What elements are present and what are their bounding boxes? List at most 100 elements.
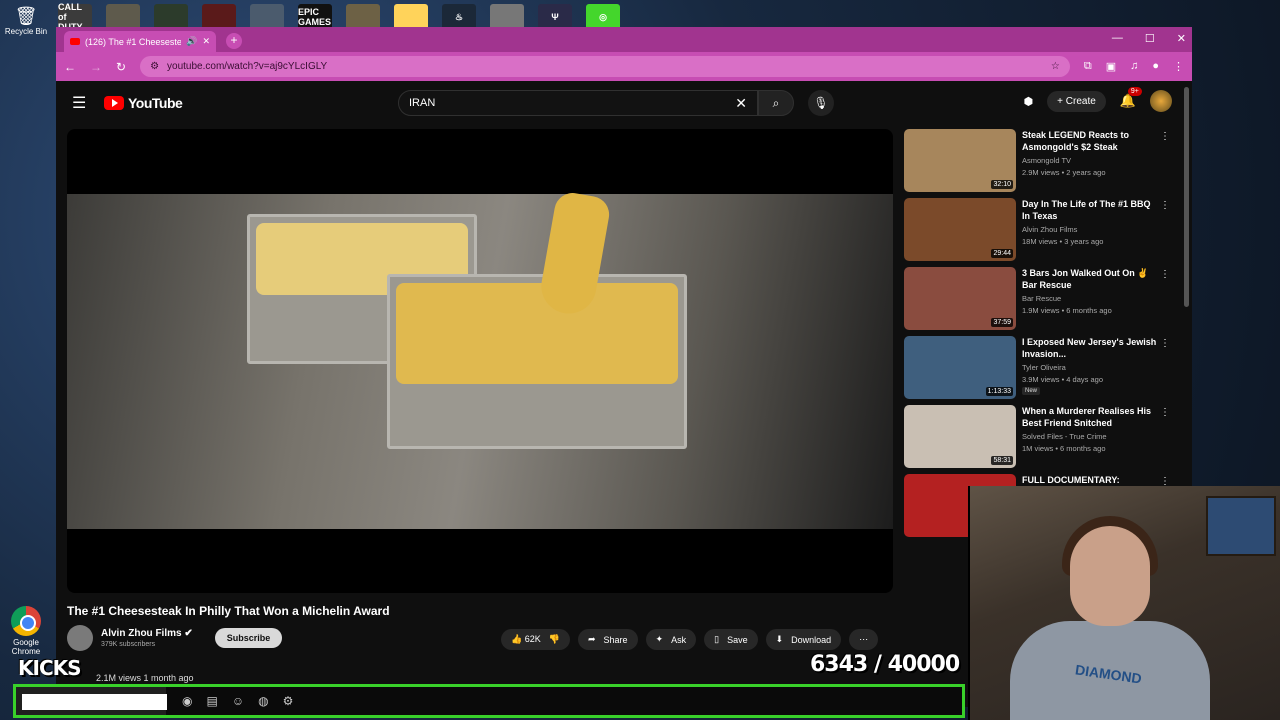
app-icon[interactable]: ⚙: [283, 694, 294, 708]
video-duration: 32:10: [991, 180, 1013, 189]
account-avatar[interactable]: [1150, 90, 1172, 112]
search-button[interactable]: ⌕: [758, 90, 794, 116]
verified-icon: ✔: [184, 628, 193, 639]
kicks-label: KICKS: [18, 656, 82, 680]
site-info-icon[interactable]: ⚙: [150, 61, 159, 72]
close-tab-icon[interactable]: ✕: [202, 36, 210, 47]
recommendation-item[interactable]: 58:31 When a Murderer Realises His Best …: [904, 405, 1172, 474]
download-button[interactable]: ⬇ Download: [765, 629, 842, 650]
notifications-button[interactable]: 🔔 9+: [1120, 87, 1142, 109]
recycle-bin-label: Recycle Bin: [4, 27, 48, 36]
recommendation-meta: 3.9M views • 4 days ago: [1022, 375, 1103, 384]
more-options-icon[interactable]: ⋮: [1160, 407, 1170, 418]
channel-name[interactable]: Alvin Zhou Films ✔: [101, 628, 193, 639]
recommendation-channel[interactable]: Alvin Zhou Films: [1022, 225, 1172, 234]
new-tab-button[interactable]: +: [226, 33, 242, 49]
ask-button[interactable]: ✦ Ask: [645, 629, 697, 650]
dislike-button[interactable]: 👎: [549, 634, 560, 645]
save-button[interactable]: ▯ Save: [704, 629, 758, 650]
forward-icon[interactable]: →: [90, 60, 102, 74]
recommendation-channel[interactable]: Asmongold TV: [1022, 156, 1172, 165]
recommendation-info: When a Murderer Realises His Best Friend…: [1022, 405, 1172, 474]
video-duration: 58:31: [991, 456, 1013, 465]
recommendation-channel[interactable]: Tyler Oliveira: [1022, 363, 1172, 372]
youtube-play-icon: [104, 96, 124, 110]
browser-tab[interactable]: (126) The #1 Cheesesteak In 🔊 ✕: [64, 31, 216, 52]
app-icon[interactable]: ▤: [206, 694, 217, 708]
back-icon[interactable]: ←: [64, 60, 76, 74]
menu-icon[interactable]: ⋮: [1173, 60, 1184, 73]
recommendation-meta: 1.9M views • 6 months ago: [1022, 306, 1112, 315]
toolbar-icons: ⧉ ▣ ♫ ● ⋮: [1084, 60, 1184, 73]
more-options-icon[interactable]: ⋮: [1160, 200, 1170, 211]
recommendation-title[interactable]: Day In The Life of The #1 BBQ In Texas: [1022, 198, 1172, 222]
recommendation-thumbnail[interactable]: 37:59: [904, 267, 1016, 330]
extensions-icon[interactable]: ⧉: [1084, 60, 1092, 73]
search-query: IRAN: [409, 97, 436, 109]
maximize-icon[interactable]: ☐: [1145, 32, 1155, 45]
recommendation-title[interactable]: FULL DOCUMENTARY:: [1022, 474, 1172, 486]
app-icon[interactable]: ◉: [182, 694, 192, 708]
search-icon: ⌕: [772, 96, 780, 110]
recycle-bin-icon: 🗑: [14, 6, 38, 26]
cast-icon[interactable]: ⬢: [1024, 95, 1034, 108]
recommendation-info: I Exposed New Jersey's Jewish Invasion..…: [1022, 336, 1172, 405]
close-window-icon[interactable]: ✕: [1177, 32, 1186, 45]
youtube-logo[interactable]: YouTube: [104, 95, 183, 111]
reload-icon[interactable]: ↻: [116, 60, 126, 74]
address-bar[interactable]: ⚙ youtube.com/watch?v=aj9cYLcIGLY ☆: [140, 56, 1070, 77]
discord-icon[interactable]: ☺: [232, 694, 244, 708]
hamburger-menu-icon[interactable]: ☰: [72, 93, 102, 113]
recommendation-title[interactable]: Steak LEGEND Reacts to Asmongold's $2 St…: [1022, 129, 1172, 153]
clear-search-icon[interactable]: ✕: [735, 95, 747, 112]
recommendation-channel[interactable]: Bar Rescue: [1022, 294, 1172, 303]
recommendations-list: 32:10 Steak LEGEND Reacts to Asmongold's…: [904, 129, 1172, 543]
download-icon: ⬇: [775, 634, 784, 644]
webcam-overlay: DIAMOND: [968, 486, 1280, 720]
tab-strip: (126) The #1 Cheesesteak In 🔊 ✕ + — ☐ ✕: [56, 27, 1192, 52]
subscribe-button[interactable]: Subscribe: [214, 628, 283, 648]
more-options-icon[interactable]: ⋮: [1160, 131, 1170, 142]
voice-search-button[interactable]: 🎙: [808, 90, 834, 116]
new-badge: New: [1022, 387, 1041, 395]
recommendation-thumbnail[interactable]: 32:10: [904, 129, 1016, 192]
recommendation-thumbnail[interactable]: 58:31: [904, 405, 1016, 468]
recommendation-thumbnail[interactable]: 1:13:33: [904, 336, 1016, 399]
speaker-icon[interactable]: 🔊: [186, 36, 197, 47]
recommendation-item[interactable]: 32:10 Steak LEGEND Reacts to Asmongold's…: [904, 129, 1172, 198]
more-options-icon[interactable]: ⋮: [1160, 338, 1170, 349]
profile-icon[interactable]: ●: [1152, 60, 1159, 73]
create-button[interactable]: + Create: [1047, 90, 1106, 112]
recommendation-title[interactable]: When a Murderer Realises His Best Friend…: [1022, 405, 1172, 429]
sidepanel-icon[interactable]: ▣: [1106, 60, 1116, 73]
share-button[interactable]: ➦ Share: [577, 629, 638, 650]
chrome-shortcut[interactable]: Google Chrome: [6, 606, 46, 656]
recommendation-thumbnail[interactable]: 29:44: [904, 198, 1016, 261]
kicks-counter: 6343 / 40000: [810, 652, 960, 677]
recommendation-item[interactable]: 37:59 3 Bars Jon Walked Out On ✌ Bar Res…: [904, 267, 1172, 336]
chrome-taskbar-icon[interactable]: ◍: [258, 694, 268, 708]
subscriber-count: 379K subscribers: [101, 641, 156, 648]
recommendation-channel[interactable]: Solved Files - True Crime: [1022, 432, 1172, 441]
recommendation-title[interactable]: I Exposed New Jersey's Jewish Invasion..…: [1022, 336, 1172, 360]
more-icon: ⋯: [859, 634, 869, 644]
recommendation-item[interactable]: 29:44 Day In The Life of The #1 BBQ In T…: [904, 198, 1172, 267]
video-player[interactable]: [67, 129, 893, 593]
recommendation-title[interactable]: 3 Bars Jon Walked Out On ✌ Bar Rescue: [1022, 267, 1172, 291]
notification-badge: 9+: [1127, 87, 1142, 96]
bookmark-star-icon[interactable]: ☆: [1051, 61, 1060, 72]
page-scrollbar[interactable]: [1184, 87, 1189, 307]
recommendation-item[interactable]: 1:13:33 I Exposed New Jersey's Jewish In…: [904, 336, 1172, 405]
channel-avatar[interactable]: [67, 625, 93, 651]
tab-title: (126) The #1 Cheesesteak In: [85, 36, 182, 47]
more-actions-button[interactable]: ⋯: [849, 629, 879, 650]
recycle-bin-shortcut[interactable]: 🗑 Recycle Bin: [4, 6, 48, 36]
minimize-icon[interactable]: —: [1112, 32, 1123, 45]
search-input[interactable]: IRAN ✕: [398, 90, 758, 116]
like-button[interactable]: 👍 62K: [511, 634, 541, 645]
more-options-icon[interactable]: ⋮: [1160, 269, 1170, 280]
recommendation-info: Day In The Life of The #1 BBQ In Texas A…: [1022, 198, 1172, 267]
kicks-goal-bar: ◉ ▤ ☺ ◍ ⚙: [13, 684, 965, 718]
recommendation-meta: 1M views • 6 months ago: [1022, 444, 1106, 453]
media-icon[interactable]: ♫: [1130, 60, 1138, 73]
